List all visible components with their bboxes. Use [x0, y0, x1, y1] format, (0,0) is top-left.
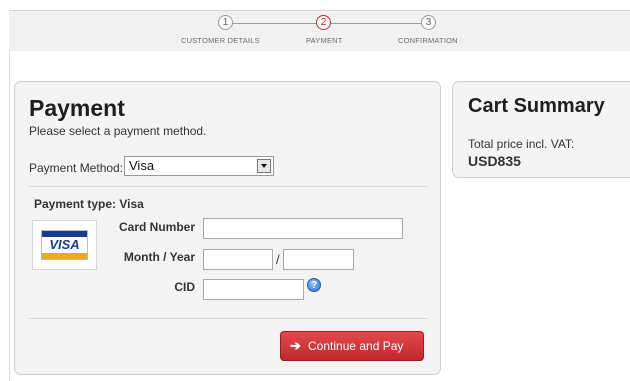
divider [29, 186, 428, 187]
checkout-progress-bar: 1 2 3 CUSTOMER DETAILS PAYMENT CONFIRMAT… [9, 10, 630, 51]
step-2-circle: 2 [316, 15, 331, 30]
payment-type-label: Payment type: Visa [34, 197, 144, 211]
step-connector [331, 23, 421, 24]
help-icon[interactable]: ? [307, 278, 321, 292]
cid-input[interactable] [203, 279, 304, 300]
visa-card-logo: VISA [32, 220, 97, 270]
month-year-separator: / [276, 252, 280, 267]
step-2-label: PAYMENT [306, 36, 343, 45]
payment-subtitle: Please select a payment method. [29, 124, 207, 138]
continue-and-pay-button[interactable]: ➔ Continue and Pay [280, 331, 424, 361]
step-connector [233, 23, 317, 24]
total-price-label: Total price incl. VAT: [468, 137, 575, 151]
visa-icon: VISA [41, 230, 88, 260]
total-price-value: USD835 [468, 153, 521, 169]
payment-method-select[interactable]: Visa [124, 156, 274, 176]
step-3-circle: 3 [421, 15, 436, 30]
month-input[interactable] [203, 249, 273, 270]
chevron-down-icon[interactable] [257, 159, 271, 173]
arrow-right-icon: ➔ [290, 338, 301, 353]
payment-method-value: Visa [129, 158, 155, 173]
card-number-label: Card Number [118, 220, 195, 234]
page-border [9, 50, 10, 381]
card-number-input[interactable] [203, 218, 403, 239]
step-1-label: CUSTOMER DETAILS [181, 36, 260, 45]
cart-summary-panel: Cart Summary Total price incl. VAT: USD8… [452, 81, 630, 178]
year-input[interactable] [283, 249, 354, 270]
continue-and-pay-label: Continue and Pay [308, 339, 404, 353]
divider [29, 318, 428, 319]
payment-panel: Payment Please select a payment method. … [14, 81, 441, 375]
month-year-label: Month / Year [123, 250, 195, 264]
step-3-label: CONFIRMATION [398, 36, 458, 45]
payment-title: Payment [29, 95, 125, 121]
payment-method-label: Payment Method: [29, 161, 124, 175]
cid-label: CID [174, 280, 195, 294]
step-1-circle: 1 [218, 15, 233, 30]
cart-summary-title: Cart Summary [468, 95, 605, 117]
